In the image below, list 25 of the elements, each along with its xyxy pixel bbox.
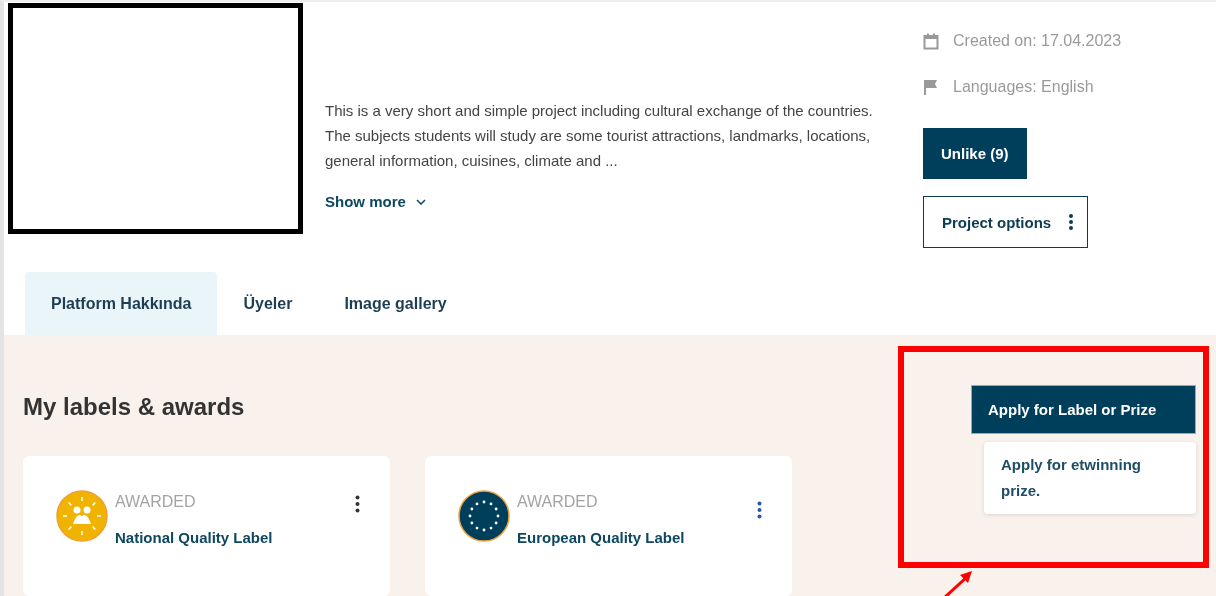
flag-icon <box>923 79 939 95</box>
project-description: This is a very short and simple project including cultural exchange of the countries. The subjects students will study are some tourist attractions, landmarks, locations, general information, cuisines, climate and ... <box>325 101 874 171</box>
award-status: AWARDED <box>115 493 197 511</box>
annotation-arrow <box>942 570 974 596</box>
chevron-down-icon <box>415 198 426 205</box>
project-options-button[interactable]: Project options <box>923 196 1089 248</box>
section-heading: My labels & awards <box>23 393 246 421</box>
kebab-icon[interactable] <box>757 501 762 519</box>
tab[interactable]: Üyeler <box>217 272 319 335</box>
tab[interactable]: Image gallery <box>318 272 473 335</box>
kebab-icon[interactable] <box>355 495 360 513</box>
meta-text: Languages: English <box>953 78 1094 96</box>
award-badge-icon <box>458 490 510 542</box>
tab[interactable]: Platform Hakkında <box>25 272 218 335</box>
award-title: National Quality Label <box>115 529 274 546</box>
calendar-icon <box>923 32 939 50</box>
menu-item[interactable]: Apply for etwinning prize. <box>1001 452 1179 504</box>
kebab-icon <box>1069 214 1074 230</box>
show-more-link[interactable]: Show more <box>325 193 426 210</box>
award-status: AWARDED <box>517 493 599 511</box>
meta-text: Created on: 17.04.2023 <box>953 32 1122 50</box>
award-badge-icon <box>56 490 108 542</box>
unlike-button[interactable]: Unlike (9) <box>923 128 1027 179</box>
award-title: European Quality Label <box>517 529 686 546</box>
apply-button[interactable]: Apply for Label or Prize <box>971 385 1196 434</box>
